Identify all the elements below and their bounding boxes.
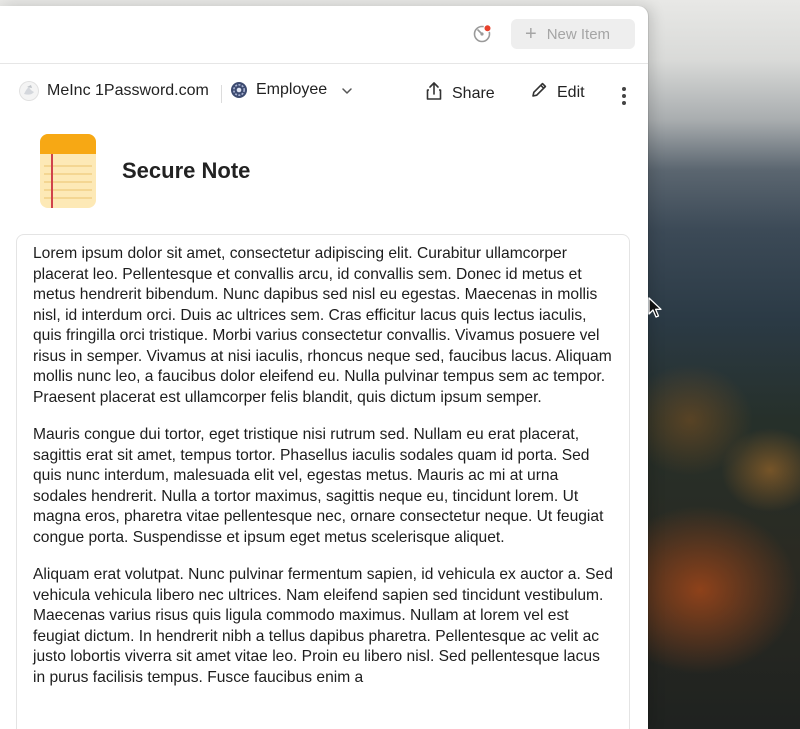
note-paragraph: Aliquam erat volutpat. Nunc pulvinar fer… — [33, 566, 613, 686]
more-vertical-icon[interactable] — [618, 86, 630, 106]
item-toolbar: MeInc 1Password.com Employee Share Edit — [0, 64, 648, 120]
share-icon — [425, 81, 443, 106]
share-button[interactable]: Share — [425, 81, 495, 106]
mouse-pointer-icon — [648, 297, 664, 319]
share-label: Share — [452, 84, 495, 102]
note-paragraph: Mauris congue dui tortor, eget tristique… — [33, 426, 604, 546]
note-paragraph: Lorem ipsum dolor sit amet, consectetur … — [33, 245, 612, 406]
chevron-down-icon — [341, 84, 353, 96]
edit-button[interactable]: Edit — [530, 81, 585, 104]
vault-name: MeInc 1Password.com — [47, 82, 209, 99]
vault-selector[interactable]: MeInc 1Password.com — [19, 81, 209, 101]
role-label: Employee — [256, 81, 328, 98]
new-item-label: New Item — [546, 25, 611, 43]
watchtower-icon[interactable] — [472, 23, 492, 44]
top-toolbar: + New Item — [0, 6, 648, 64]
item-header — [40, 134, 96, 208]
pencil-icon — [530, 81, 548, 104]
role-gear-icon — [230, 81, 248, 99]
item-detail-window: + New Item MeInc 1Password.com Employee … — [0, 6, 648, 729]
toolbar-divider — [221, 85, 222, 103]
edit-label: Edit — [557, 83, 585, 101]
note-content-field[interactable]: Lorem ipsum dolor sit amet, consectetur … — [16, 234, 630, 729]
vault-avatar — [19, 81, 39, 101]
new-item-button[interactable]: + New Item — [511, 19, 635, 49]
role-dropdown[interactable]: Employee — [230, 81, 353, 99]
plus-icon: + — [525, 23, 537, 45]
item-type-title: Secure Note — [122, 158, 251, 183]
secure-note-icon — [40, 134, 96, 208]
